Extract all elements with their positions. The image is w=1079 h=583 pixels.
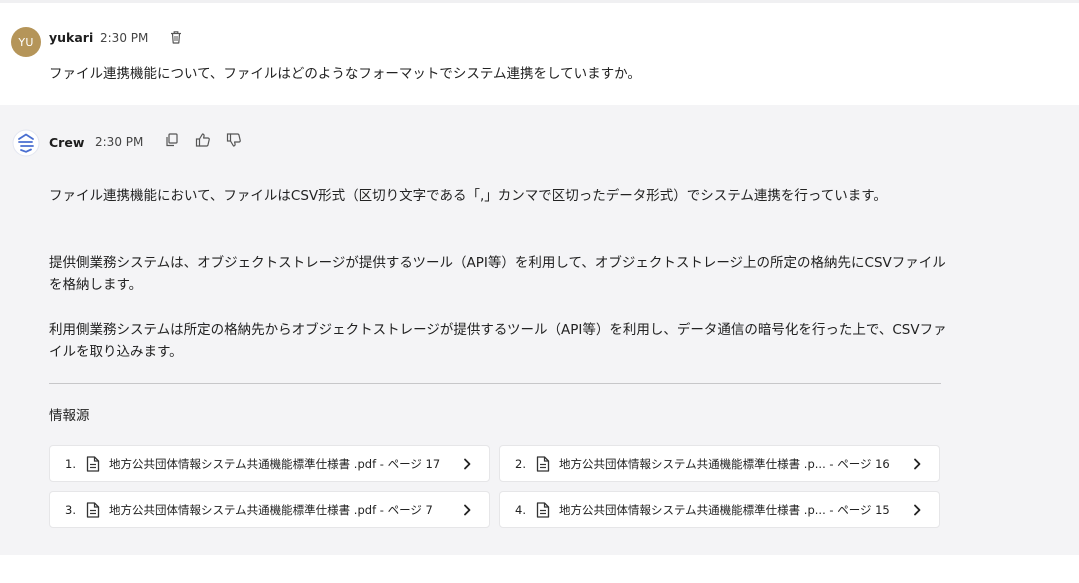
source-card[interactable]: 1. 地方公共団体情報システム共通機能標準仕様書 .pdf - ページ 17 [49,445,490,482]
divider [49,383,941,384]
source-label: 地方公共団体情報システム共通機能標準仕様書 .pdf - ページ 17 [109,456,441,471]
document-icon [536,501,550,518]
user-message: YU yukari 2:30 PM ファイル連携機能について、ファイルはどのよう… [0,3,1079,105]
answer-paragraph: 利用側業務システムは所定の格納先からオブジェクトストレージが提供するツール（AP… [49,322,947,360]
user-timestamp: 2:30 PM [100,31,149,45]
answer-paragraph: ファイル連携機能において、ファイルはCSV形式（区切り文字である「,」カンマで区… [49,188,887,204]
document-icon [86,501,100,518]
user-message-text: ファイル連携機能について、ファイルはどのようなフォーマットでシステム連携をしてい… [49,66,641,82]
copy-icon[interactable] [163,131,181,149]
crew-logo-icon [12,129,40,157]
document-icon [86,455,100,472]
chevron-right-icon [464,504,471,515]
source-number: 4. [515,502,526,517]
avatar: YU [11,27,41,57]
thumbs-up-icon[interactable] [194,131,212,149]
bot-timestamp: 2:30 PM [95,135,144,149]
source-number: 2. [515,456,526,471]
source-label: 地方公共団体情報システム共通機能標準仕様書 .pdf - ページ 7 [109,502,433,517]
source-number: 3. [65,502,76,517]
chevron-right-icon [914,504,921,515]
trash-icon[interactable] [168,29,184,45]
source-card[interactable]: 4. 地方公共団体情報システム共通機能標準仕様書 .p... - ページ 15 [499,491,940,528]
document-icon [536,455,550,472]
source-card[interactable]: 2. 地方公共団体情報システム共通機能標準仕様書 .p... - ページ 16 [499,445,940,482]
answer-paragraph: 提供側業務システムは、オブジェクトストレージが提供するツール（API等）を利用し… [49,255,946,293]
source-label: 地方公共団体情報システム共通機能標準仕様書 .p... - ページ 15 [559,502,890,517]
sources-heading: 情報源 [49,408,90,424]
source-card[interactable]: 3. 地方公共団体情報システム共通機能標準仕様書 .pdf - ページ 7 [49,491,490,528]
user-name: yukari [49,30,94,45]
bot-message: Crew 2:30 PM ファイル連携機能において、ファイルはCSV形式（区切り… [0,105,1079,555]
bot-name: Crew [49,135,85,150]
thumbs-down-icon[interactable] [225,131,243,149]
source-number: 1. [65,456,76,471]
source-label: 地方公共団体情報システム共通機能標準仕様書 .p... - ページ 16 [559,456,890,471]
chevron-right-icon [914,458,921,469]
chevron-right-icon [464,458,471,469]
